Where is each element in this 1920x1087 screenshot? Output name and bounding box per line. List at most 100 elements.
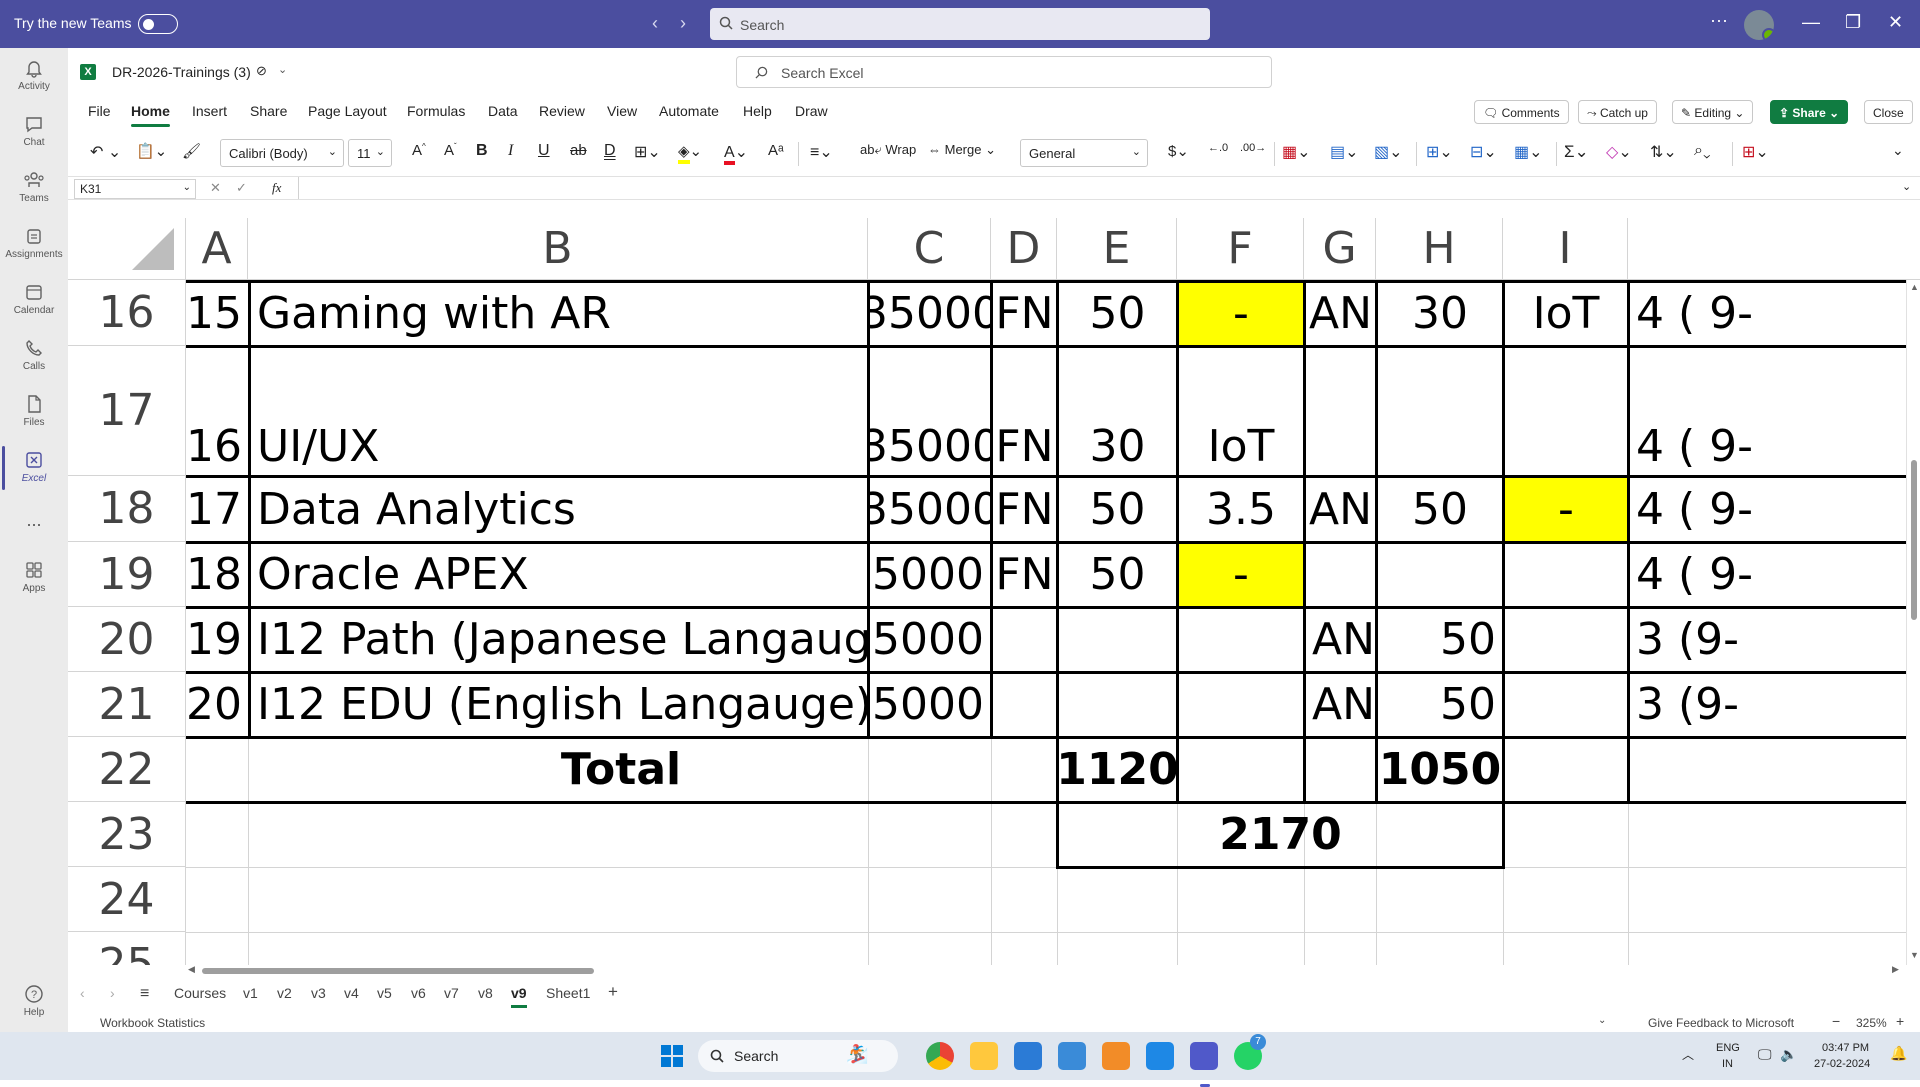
add-sheet-icon[interactable]: + xyxy=(608,982,618,1002)
formula-input[interactable] xyxy=(300,177,1900,199)
decrease-font-icon[interactable]: Aˇ xyxy=(444,142,457,159)
volume-icon[interactable]: 🔈 xyxy=(1780,1046,1797,1063)
sheet-tab-v1[interactable]: v1 xyxy=(243,985,258,1001)
column-header-h[interactable]: H xyxy=(1376,218,1503,280)
cell-d17[interactable]: FN xyxy=(993,346,1056,476)
add-ins-icon[interactable]: ⊞⌄ xyxy=(1742,142,1769,162)
cell-j19[interactable]: 4 ( 9- xyxy=(1630,542,1920,607)
teams-app-icon[interactable] xyxy=(1190,1042,1218,1087)
column-header-c[interactable]: C xyxy=(868,218,991,280)
cell-h21[interactable]: 50 xyxy=(1378,672,1502,737)
cell-c16[interactable]: 35000 xyxy=(870,280,990,346)
align-icon[interactable]: ≡⌄ xyxy=(810,142,833,162)
cell-i16[interactable]: IoT xyxy=(1505,280,1627,346)
cell-c17[interactable]: 35000 xyxy=(870,346,990,476)
rail-item-files[interactable]: Files xyxy=(0,394,68,428)
horizontal-scroll-thumb[interactable] xyxy=(202,968,594,974)
cell-j21[interactable]: 3 (9- xyxy=(1630,672,1920,737)
increase-decimal-icon[interactable]: .00→ xyxy=(1240,142,1266,154)
cell-h16[interactable]: 30 xyxy=(1378,280,1502,346)
select-all-corner[interactable] xyxy=(68,218,186,280)
new-teams-toggle[interactable] xyxy=(138,14,178,34)
cell-e19[interactable]: 50 xyxy=(1059,542,1176,607)
chrome-icon[interactable] xyxy=(926,1042,954,1070)
notifications-icon[interactable]: 🔔 xyxy=(1890,1045,1907,1062)
italic-icon[interactable]: I xyxy=(508,142,513,160)
tab-automate[interactable]: Automate xyxy=(659,103,719,119)
tab-share[interactable]: Share xyxy=(250,103,287,119)
feedback-link[interactable]: Give Feedback to Microsoft xyxy=(1648,1016,1794,1030)
store-icon[interactable] xyxy=(1014,1042,1042,1070)
font-color-icon[interactable]: A⌄ xyxy=(724,142,748,165)
cell-a21[interactable]: 20 xyxy=(186,672,248,737)
whatsapp-icon[interactable]: 7 xyxy=(1234,1034,1266,1070)
column-header-f[interactable]: F xyxy=(1177,218,1304,280)
cell-grand-total[interactable]: 2170 xyxy=(1059,802,1502,867)
autosum-icon[interactable]: Σ⌄ xyxy=(1564,142,1589,162)
format-as-table-icon[interactable]: ▤⌄ xyxy=(1330,142,1359,162)
wrap-text-button[interactable]: ab⤶ Wrap xyxy=(860,142,916,158)
sheet-tab-v7[interactable]: v7 xyxy=(444,985,459,1001)
tab-file[interactable]: File xyxy=(88,103,111,119)
windows-start-icon[interactable] xyxy=(660,1044,684,1068)
fill-color-icon[interactable]: ◈⌄ xyxy=(678,142,702,164)
cell-a20[interactable]: 19 xyxy=(186,607,248,672)
double-underline-icon[interactable]: D xyxy=(604,142,616,160)
file-explorer-icon[interactable] xyxy=(970,1042,998,1070)
row-header-22[interactable]: 22 xyxy=(68,737,186,802)
format-painter-icon[interactable]: 🖌 xyxy=(182,142,201,160)
row-header-18[interactable]: 18 xyxy=(68,476,186,542)
notepad-icon[interactable] xyxy=(1146,1042,1174,1070)
cell-e18[interactable]: 50 xyxy=(1059,476,1176,542)
sheet-tab-v5[interactable]: v5 xyxy=(377,985,392,1001)
teams-search-input[interactable]: Search xyxy=(710,8,1210,40)
number-format-select[interactable]: General ⌄ xyxy=(1020,139,1148,167)
sheet-tab-v9[interactable]: v9 xyxy=(511,985,527,1008)
clock-date[interactable]: 27-02-2024 xyxy=(1814,1058,1870,1070)
cell-e16[interactable]: 50 xyxy=(1059,280,1176,346)
cell-g20[interactable]: AN xyxy=(1306,607,1375,672)
rail-item-excel[interactable]: Excel xyxy=(0,446,68,490)
bold-icon[interactable]: B xyxy=(476,142,488,160)
sheet-tab-v2[interactable]: v2 xyxy=(277,985,292,1001)
tab-formulas[interactable]: Formulas xyxy=(407,103,465,119)
sheet-prev-icon[interactable]: ‹ xyxy=(80,985,85,1001)
cell-b19[interactable]: Oracle APEX xyxy=(251,542,867,607)
zoom-in-icon[interactable]: + xyxy=(1896,1013,1904,1029)
cell-g21[interactable]: AN xyxy=(1306,672,1375,737)
column-header-b[interactable]: B xyxy=(248,218,868,280)
sheet-tab-sheet1[interactable]: Sheet1 xyxy=(546,985,590,1001)
underline-icon[interactable]: U xyxy=(538,142,550,160)
increase-font-icon[interactable]: A^ xyxy=(412,142,426,159)
cell-j16[interactable]: 4 ( 9- xyxy=(1630,280,1920,346)
cell-j17[interactable]: 4 ( 9- xyxy=(1630,346,1920,476)
rail-item-more[interactable]: ... xyxy=(0,510,68,531)
column-header-a[interactable]: A xyxy=(186,218,248,280)
security-icon[interactable] xyxy=(1058,1042,1086,1070)
row-header-24[interactable]: 24 xyxy=(68,867,186,932)
catch-up-button[interactable]: ⤳ Catch up xyxy=(1578,100,1657,124)
rail-item-help[interactable]: ? Help xyxy=(0,984,68,1018)
chevron-down-icon[interactable]: ⌄ xyxy=(278,63,287,76)
rail-item-calls[interactable]: Calls xyxy=(0,338,68,372)
cell-b17[interactable]: UI/UX xyxy=(251,346,867,476)
cell-b18[interactable]: Data Analytics xyxy=(251,476,867,542)
close-button[interactable]: Close xyxy=(1864,100,1913,124)
share-button[interactable]: ⇪ Share ⌄ xyxy=(1770,100,1849,124)
column-header-i[interactable]: I xyxy=(1503,218,1628,280)
chevron-up-icon[interactable]: ︿ xyxy=(1682,1046,1694,1063)
delete-cells-icon[interactable]: ⊟⌄ xyxy=(1470,142,1497,162)
tab-insert[interactable]: Insert xyxy=(192,103,227,119)
confirm-icon[interactable]: ✓ xyxy=(236,180,247,196)
cell-j18[interactable]: 4 ( 9- xyxy=(1630,476,1920,542)
document-name[interactable]: DR-2026-Trainings (3) xyxy=(112,64,251,80)
all-sheets-menu-icon[interactable]: ≡ xyxy=(140,985,149,1003)
cell-b20[interactable]: I12 Path (Japanese Langauge) xyxy=(251,607,867,672)
text-effects-icon[interactable]: Aᵃ xyxy=(768,142,784,159)
cell-h18[interactable]: 50 xyxy=(1378,476,1502,542)
decrease-decimal-icon[interactable]: ←.0 xyxy=(1208,142,1228,154)
currency-button[interactable]: $⌄ xyxy=(1168,142,1189,160)
expand-formula-icon[interactable]: ⌄ xyxy=(1902,180,1911,193)
clock-time[interactable]: 03:47 PM xyxy=(1822,1042,1869,1054)
cell-styles-icon[interactable]: ▧⌄ xyxy=(1374,142,1403,162)
